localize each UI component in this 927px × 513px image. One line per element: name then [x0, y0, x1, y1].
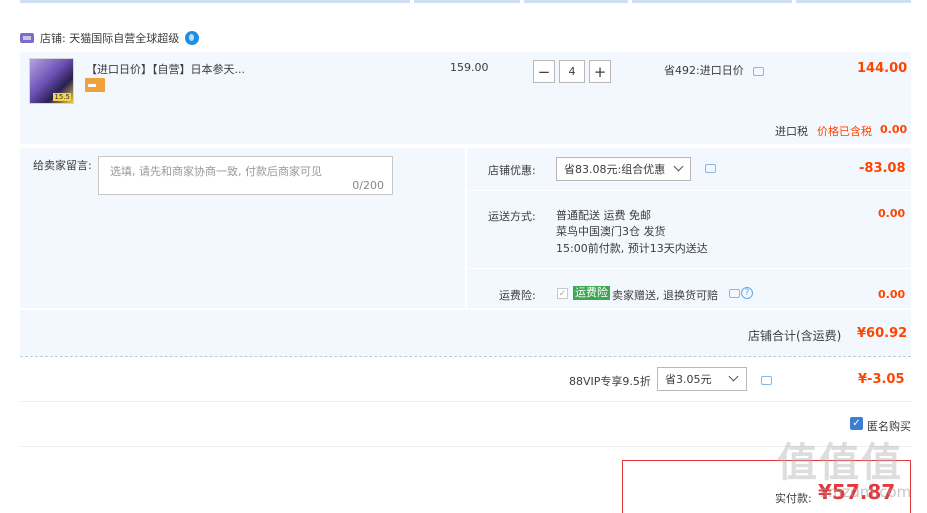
- shipping-fee-value: 0.00: [878, 207, 906, 220]
- shipping-insurance-text: 卖家赠送, 退换货可赔: [612, 289, 718, 302]
- unit-price: 159.00: [450, 61, 489, 74]
- discount-info: 省492:进口日价: [664, 62, 765, 78]
- tax-included-note: 价格已含税: [817, 125, 872, 138]
- shop-coupon-label: 店铺优惠:: [488, 164, 536, 177]
- column-divider: [796, 0, 911, 3]
- divider: [467, 268, 911, 269]
- watermark-site: smzdm.com: [820, 483, 912, 501]
- seller-message-input[interactable]: 选填, 请先和商家协商一致, 付款后商家可见 0/200: [98, 156, 393, 195]
- comment-icon[interactable]: [753, 67, 765, 76]
- seller-message-label: 给卖家留言:: [33, 159, 92, 172]
- vip-discount-value: ¥-3.05: [858, 372, 905, 387]
- divider: [20, 401, 911, 402]
- comment-icon[interactable]: [705, 164, 716, 173]
- divider: [20, 308, 911, 310]
- shipping-insurance-checkbox[interactable]: ✓: [557, 288, 568, 299]
- column-divider: [414, 0, 520, 3]
- quantity-input[interactable]: 4: [559, 60, 585, 83]
- shipping-method-label: 运送方式:: [488, 210, 536, 223]
- shipping-method: 普通配送 运费 免邮: [556, 209, 651, 222]
- shipping-eta: 15:00前付款, 预计13天内送达: [556, 242, 708, 255]
- divider: [465, 148, 467, 308]
- comment-icon[interactable]: [729, 289, 740, 298]
- column-divider: [524, 0, 628, 3]
- shipping-insurance-label: 运费险:: [499, 289, 536, 302]
- product-title[interactable]: 【进口日价】【自营】日本参天...: [86, 61, 245, 77]
- shipping-warehouse: 菜鸟中国澳门3仓 发货: [556, 225, 666, 238]
- comment-icon[interactable]: [761, 376, 772, 385]
- item-subtotal: 144.00: [857, 61, 908, 76]
- shop-total-value: ¥60.92: [857, 326, 908, 341]
- shipping-insurance-tag: 运费险: [573, 286, 610, 300]
- column-divider: [20, 0, 410, 3]
- increase-quantity-button[interactable]: +: [589, 60, 611, 83]
- import-tax-label: 进口税: [775, 125, 808, 138]
- column-divider: [632, 0, 792, 3]
- product-thumbnail[interactable]: 15.5: [29, 58, 74, 104]
- coupon-selected-value: 省83.08元:组合优惠: [564, 163, 666, 176]
- card-payment-icon: [85, 78, 105, 92]
- divider: [20, 356, 911, 357]
- store-icon: [20, 33, 34, 43]
- thumbnail-badge: 15.5: [53, 93, 71, 101]
- coupon-discount-value: -83.08: [859, 161, 906, 176]
- wangwang-chat-icon[interactable]: [185, 31, 200, 45]
- anonymous-purchase-checkbox[interactable]: ✓: [850, 417, 863, 430]
- vip-selected-value: 省3.05元: [665, 373, 712, 386]
- chevron-down-icon: [728, 371, 739, 382]
- discount-text: 省492:进口日价: [664, 64, 744, 77]
- message-placeholder: 选填, 请先和商家协商一致, 付款后商家可见: [110, 165, 322, 178]
- message-char-count: 0/200: [352, 179, 384, 192]
- divider: [467, 190, 911, 191]
- help-icon[interactable]: ?: [741, 287, 753, 299]
- shop-name[interactable]: 店铺: 天猫国际自营全球超级: [40, 30, 179, 46]
- quantity-stepper: − 4 +: [533, 60, 611, 83]
- chevron-down-icon: [673, 161, 684, 172]
- vip-discount-select[interactable]: 省3.05元: [657, 367, 747, 391]
- shipping-insurance-value: 0.00: [878, 288, 906, 301]
- vip-discount-label: 88VIP专享9.5折: [569, 375, 651, 388]
- shop-total-label: 店铺合计(含运费): [748, 329, 842, 343]
- decrease-quantity-button[interactable]: −: [533, 60, 555, 83]
- actual-payment-label: 实付款:: [775, 492, 812, 505]
- import-tax-value: 0.00: [880, 123, 908, 136]
- shop-header: 店铺: 天猫国际自营全球超级: [20, 30, 200, 46]
- shop-coupon-select[interactable]: 省83.08元:组合优惠: [556, 157, 691, 181]
